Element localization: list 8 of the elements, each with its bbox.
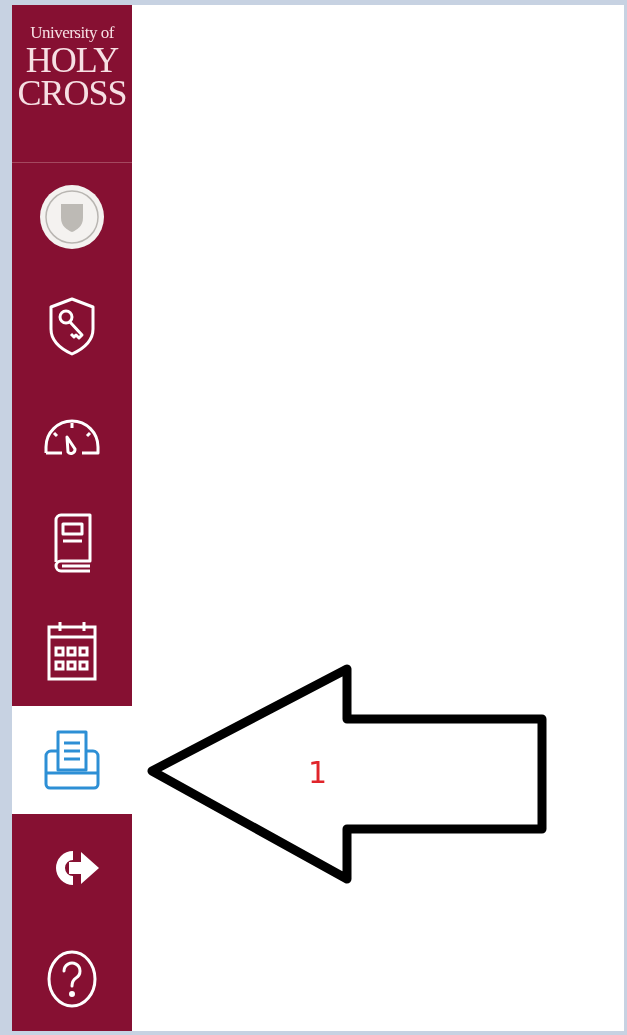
printer-icon <box>42 728 102 791</box>
annotation-number: 1 <box>308 755 328 790</box>
shield-key-icon <box>47 295 97 356</box>
logo-text: University of <box>30 25 114 41</box>
seal-icon <box>39 184 105 251</box>
logo-text: CROSS <box>17 76 127 110</box>
logo-text: HOLY <box>25 44 119 77</box>
calendar-icon <box>46 620 98 683</box>
